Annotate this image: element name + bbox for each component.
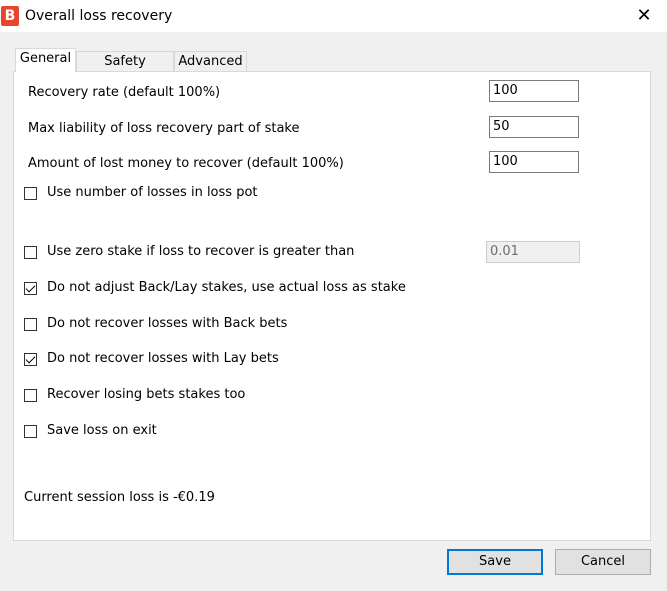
use-zero-stake-label: Use zero stake if loss to recover is gre… xyxy=(47,244,355,259)
zero-stake-threshold-input: 0.01 xyxy=(486,241,580,263)
tab-advanced[interactable]: Advanced xyxy=(174,51,247,71)
window-title: Overall loss recovery xyxy=(25,8,173,24)
recovery-rate-input[interactable]: 100 xyxy=(489,80,579,102)
close-icon[interactable]: ✕ xyxy=(621,0,667,32)
no-recover-back-checkbox[interactable] xyxy=(24,318,37,331)
use-zero-stake-checkbox[interactable] xyxy=(24,246,37,259)
no-adjust-stakes-checkbox[interactable] xyxy=(24,282,37,295)
save-loss-on-exit-checkbox[interactable] xyxy=(24,425,37,438)
no-recover-lay-checkbox[interactable] xyxy=(24,353,37,366)
max-liability-input[interactable]: 50 xyxy=(489,116,579,138)
no-recover-lay-label: Do not recover losses with Lay bets xyxy=(47,351,279,366)
app-logo-icon: B xyxy=(1,6,19,26)
title-bar: B Overall loss recovery ✕ xyxy=(0,0,667,32)
use-number-losses-label: Use number of losses in loss pot xyxy=(47,185,258,200)
max-liability-label: Max liability of loss recovery part of s… xyxy=(28,121,300,136)
tab-safety-settings[interactable]: Safety settings xyxy=(76,51,174,88)
recover-losing-stakes-label: Recover losing bets stakes too xyxy=(47,387,246,402)
tab-general[interactable]: General xyxy=(15,48,76,72)
no-recover-back-label: Do not recover losses with Back bets xyxy=(47,316,288,331)
general-panel xyxy=(13,71,651,541)
amount-lost-label: Amount of lost money to recover (default… xyxy=(28,156,344,171)
session-loss-status: Current session loss is -€0.19 xyxy=(24,490,215,505)
recover-losing-stakes-checkbox[interactable] xyxy=(24,389,37,402)
save-button[interactable]: Save xyxy=(447,549,543,575)
amount-lost-input[interactable]: 100 xyxy=(489,151,579,173)
save-loss-on-exit-label: Save loss on exit xyxy=(47,423,157,438)
recovery-rate-label: Recovery rate (default 100%) xyxy=(28,85,221,100)
cancel-button[interactable]: Cancel xyxy=(555,549,651,575)
no-adjust-stakes-label: Do not adjust Back/Lay stakes, use actua… xyxy=(47,280,406,295)
use-number-losses-checkbox[interactable] xyxy=(24,187,37,200)
